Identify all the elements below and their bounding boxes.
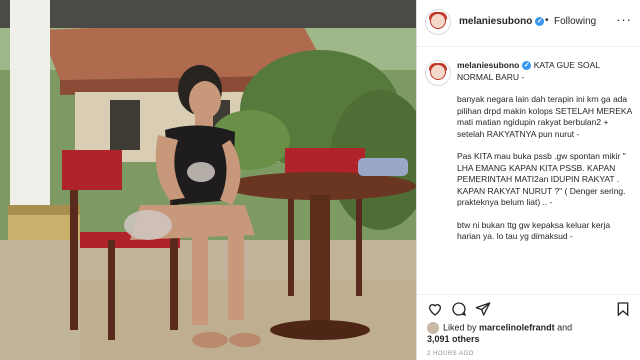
avatar[interactable]	[425, 9, 451, 35]
liker-username[interactable]: marcelinolefrandt	[479, 322, 555, 332]
action-bar	[417, 294, 640, 323]
likes-count[interactable]: 3,091 others	[427, 334, 480, 344]
separator-dot: •	[545, 15, 549, 26]
heart-icon[interactable]	[427, 301, 443, 317]
post-photo[interactable]	[0, 0, 416, 360]
comment-icon[interactable]	[451, 301, 467, 317]
header-username[interactable]: melaniesubono ✓	[459, 16, 545, 27]
post-caption: melaniesubono ✓ KATA GUE SOAL NORMAL BARU…	[457, 60, 633, 254]
caption-paragraph: btw ni bukan ttg gw kepaksa keluar kerja…	[457, 219, 611, 242]
more-icon[interactable]: ···	[616, 12, 632, 27]
caption-avatar[interactable]	[425, 60, 451, 86]
post-header: melaniesubono ✓ • Following ···	[417, 0, 640, 47]
likes-summary: Liked by marcelinolefrandt and 3,091 oth…	[427, 322, 573, 344]
caption-paragraph: Pas KITA mau buka pssb .gw spontan mikir…	[457, 151, 626, 207]
bookmark-icon[interactable]	[615, 301, 631, 317]
following-button[interactable]: Following	[554, 16, 596, 27]
post-timestamp: 2 HOURS AGO	[427, 351, 474, 357]
verified-icon: ✓	[522, 61, 532, 71]
liker-avatar[interactable]	[427, 322, 439, 334]
caption-username[interactable]: melaniesubono	[457, 60, 519, 70]
caption-paragraph: banyak negara lain dah terapin ini krn g…	[457, 94, 632, 139]
post-sidebar: melaniesubono ✓ • Following ··· melaniesu…	[416, 0, 640, 360]
verified-icon: ✓	[535, 16, 545, 26]
post-photo-illustration	[0, 0, 416, 360]
share-icon[interactable]	[475, 301, 491, 317]
